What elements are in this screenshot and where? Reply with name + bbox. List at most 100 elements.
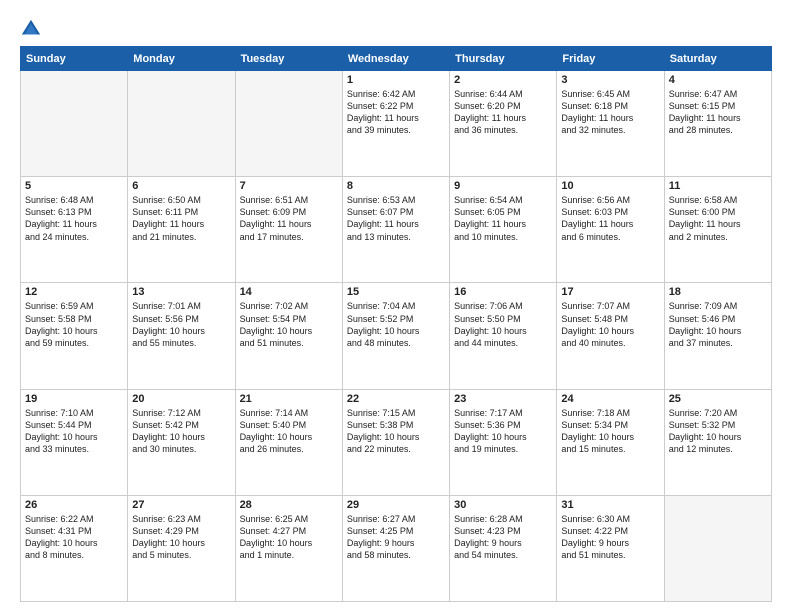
calendar-table: SundayMondayTuesdayWednesdayThursdayFrid…	[20, 46, 772, 602]
calendar-cell: 8 Sunrise: 6:53 AM Sunset: 6:07 PM Daylig…	[342, 177, 449, 283]
cell-daylight-info: Sunrise: 6:50 AM Sunset: 6:11 PM Dayligh…	[132, 194, 230, 243]
calendar-cell: 16 Sunrise: 7:06 AM Sunset: 5:50 PM Dayli…	[450, 283, 557, 389]
weekday-header-friday: Friday	[557, 47, 664, 71]
day-number: 5	[25, 180, 123, 192]
day-number: 25	[669, 393, 767, 405]
day-number: 10	[561, 180, 659, 192]
calendar-cell: 6 Sunrise: 6:50 AM Sunset: 6:11 PM Daylig…	[128, 177, 235, 283]
day-number: 7	[240, 180, 338, 192]
calendar-cell: 1 Sunrise: 6:42 AM Sunset: 6:22 PM Daylig…	[342, 71, 449, 177]
day-number: 11	[669, 180, 767, 192]
day-number: 9	[454, 180, 552, 192]
calendar-cell: 26 Sunrise: 6:22 AM Sunset: 4:31 PM Dayli…	[21, 495, 128, 601]
calendar-cell: 12 Sunrise: 6:59 AM Sunset: 5:58 PM Dayli…	[21, 283, 128, 389]
calendar-cell: 23 Sunrise: 7:17 AM Sunset: 5:36 PM Dayli…	[450, 389, 557, 495]
weekday-header-saturday: Saturday	[664, 47, 771, 71]
cell-daylight-info: Sunrise: 6:44 AM Sunset: 6:20 PM Dayligh…	[454, 88, 552, 137]
day-number: 17	[561, 286, 659, 298]
calendar-cell: 21Sunrise: 7:14 AM Sunset: 5:40 PM Dayli…	[235, 389, 342, 495]
calendar-cell: 11 Sunrise: 6:58 AM Sunset: 6:00 PM Dayli…	[664, 177, 771, 283]
day-number: 12	[25, 286, 123, 298]
day-number: 20	[132, 393, 230, 405]
calendar-cell: 9 Sunrise: 6:54 AM Sunset: 6:05 PM Daylig…	[450, 177, 557, 283]
cell-daylight-info: Sunrise: 7:17 AM Sunset: 5:36 PM Dayligh…	[454, 407, 552, 456]
day-number: 22	[347, 393, 445, 405]
week-row-3: 19 Sunrise: 7:10 AM Sunset: 5:44 PM Dayli…	[21, 389, 772, 495]
calendar-cell: 28 Sunrise: 6:25 AM Sunset: 4:27 PM Dayli…	[235, 495, 342, 601]
calendar-cell: 5 Sunrise: 6:48 AM Sunset: 6:13 PM Daylig…	[21, 177, 128, 283]
cell-daylight-info: Sunrise: 7:20 AM Sunset: 5:32 PM Dayligh…	[669, 407, 767, 456]
cell-daylight-info: Sunrise: 6:48 AM Sunset: 6:13 PM Dayligh…	[25, 194, 123, 243]
header	[20, 18, 772, 40]
calendar-cell	[235, 71, 342, 177]
weekday-header-sunday: Sunday	[21, 47, 128, 71]
day-number: 14	[240, 286, 338, 298]
calendar-cell: 22 Sunrise: 7:15 AM Sunset: 5:38 PM Dayli…	[342, 389, 449, 495]
day-number: 30	[454, 499, 552, 511]
weekday-header-row: SundayMondayTuesdayWednesdayThursdayFrid…	[21, 47, 772, 71]
cell-daylight-info: Sunrise: 7:07 AM Sunset: 5:48 PM Dayligh…	[561, 300, 659, 349]
day-number: 21	[240, 393, 338, 405]
day-number: 19	[25, 393, 123, 405]
weekday-header-tuesday: Tuesday	[235, 47, 342, 71]
calendar-cell: 31Sunrise: 6:30 AM Sunset: 4:22 PM Dayli…	[557, 495, 664, 601]
cell-daylight-info: Sunrise: 6:27 AM Sunset: 4:25 PM Dayligh…	[347, 513, 445, 562]
cell-daylight-info: Sunrise: 6:42 AM Sunset: 6:22 PM Dayligh…	[347, 88, 445, 137]
cell-daylight-info: Sunrise: 6:58 AM Sunset: 6:00 PM Dayligh…	[669, 194, 767, 243]
logo	[20, 18, 46, 40]
calendar-cell: 25 Sunrise: 7:20 AM Sunset: 5:32 PM Dayli…	[664, 389, 771, 495]
calendar-cell: 15 Sunrise: 7:04 AM Sunset: 5:52 PM Dayli…	[342, 283, 449, 389]
day-number: 18	[669, 286, 767, 298]
calendar-cell: 4 Sunrise: 6:47 AM Sunset: 6:15 PM Daylig…	[664, 71, 771, 177]
calendar-cell: 29 Sunrise: 6:27 AM Sunset: 4:25 PM Dayli…	[342, 495, 449, 601]
cell-daylight-info: Sunrise: 7:15 AM Sunset: 5:38 PM Dayligh…	[347, 407, 445, 456]
week-row-4: 26 Sunrise: 6:22 AM Sunset: 4:31 PM Dayli…	[21, 495, 772, 601]
day-number: 31	[561, 499, 659, 511]
calendar-cell: 10 Sunrise: 6:56 AM Sunset: 6:03 PM Dayli…	[557, 177, 664, 283]
calendar-cell: 13Sunrise: 7:01 AM Sunset: 5:56 PM Dayli…	[128, 283, 235, 389]
day-number: 8	[347, 180, 445, 192]
calendar-cell: 27 Sunrise: 6:23 AM Sunset: 4:29 PM Dayli…	[128, 495, 235, 601]
weekday-header-monday: Monday	[128, 47, 235, 71]
day-number: 6	[132, 180, 230, 192]
day-number: 4	[669, 74, 767, 86]
cell-daylight-info: Sunrise: 7:09 AM Sunset: 5:46 PM Dayligh…	[669, 300, 767, 349]
cell-daylight-info: Sunrise: 6:45 AM Sunset: 6:18 PM Dayligh…	[561, 88, 659, 137]
day-number: 26	[25, 499, 123, 511]
cell-daylight-info: Sunrise: 6:51 AM Sunset: 6:09 PM Dayligh…	[240, 194, 338, 243]
calendar-cell: 7 Sunrise: 6:51 AM Sunset: 6:09 PM Daylig…	[235, 177, 342, 283]
calendar-cell	[21, 71, 128, 177]
week-row-0: 1 Sunrise: 6:42 AM Sunset: 6:22 PM Daylig…	[21, 71, 772, 177]
day-number: 24	[561, 393, 659, 405]
day-number: 29	[347, 499, 445, 511]
cell-daylight-info: Sunrise: 6:54 AM Sunset: 6:05 PM Dayligh…	[454, 194, 552, 243]
day-number: 28	[240, 499, 338, 511]
cell-daylight-info: Sunrise: 6:28 AM Sunset: 4:23 PM Dayligh…	[454, 513, 552, 562]
day-number: 23	[454, 393, 552, 405]
day-number: 16	[454, 286, 552, 298]
cell-daylight-info: Sunrise: 6:25 AM Sunset: 4:27 PM Dayligh…	[240, 513, 338, 562]
cell-daylight-info: Sunrise: 6:59 AM Sunset: 5:58 PM Dayligh…	[25, 300, 123, 349]
cell-daylight-info: Sunrise: 6:53 AM Sunset: 6:07 PM Dayligh…	[347, 194, 445, 243]
cell-daylight-info: Sunrise: 7:04 AM Sunset: 5:52 PM Dayligh…	[347, 300, 445, 349]
cell-daylight-info: Sunrise: 6:56 AM Sunset: 6:03 PM Dayligh…	[561, 194, 659, 243]
calendar-cell: 19 Sunrise: 7:10 AM Sunset: 5:44 PM Dayli…	[21, 389, 128, 495]
cell-daylight-info: Sunrise: 7:06 AM Sunset: 5:50 PM Dayligh…	[454, 300, 552, 349]
cell-daylight-info: Sunrise: 6:22 AM Sunset: 4:31 PM Dayligh…	[25, 513, 123, 562]
day-number: 1	[347, 74, 445, 86]
calendar-cell: 14Sunrise: 7:02 AM Sunset: 5:54 PM Dayli…	[235, 283, 342, 389]
calendar-cell: 30 Sunrise: 6:28 AM Sunset: 4:23 PM Dayli…	[450, 495, 557, 601]
day-number: 27	[132, 499, 230, 511]
page: SundayMondayTuesdayWednesdayThursdayFrid…	[0, 0, 792, 612]
cell-daylight-info: Sunrise: 6:23 AM Sunset: 4:29 PM Dayligh…	[132, 513, 230, 562]
cell-daylight-info: Sunrise: 7:10 AM Sunset: 5:44 PM Dayligh…	[25, 407, 123, 456]
calendar-cell: 24Sunrise: 7:18 AM Sunset: 5:34 PM Dayli…	[557, 389, 664, 495]
cell-daylight-info: Sunrise: 6:47 AM Sunset: 6:15 PM Dayligh…	[669, 88, 767, 137]
calendar-cell: 2 Sunrise: 6:44 AM Sunset: 6:20 PM Daylig…	[450, 71, 557, 177]
week-row-2: 12 Sunrise: 6:59 AM Sunset: 5:58 PM Dayli…	[21, 283, 772, 389]
calendar-cell: 20 Sunrise: 7:12 AM Sunset: 5:42 PM Dayli…	[128, 389, 235, 495]
day-number: 15	[347, 286, 445, 298]
logo-icon	[20, 18, 42, 40]
cell-daylight-info: Sunrise: 7:12 AM Sunset: 5:42 PM Dayligh…	[132, 407, 230, 456]
day-number: 2	[454, 74, 552, 86]
